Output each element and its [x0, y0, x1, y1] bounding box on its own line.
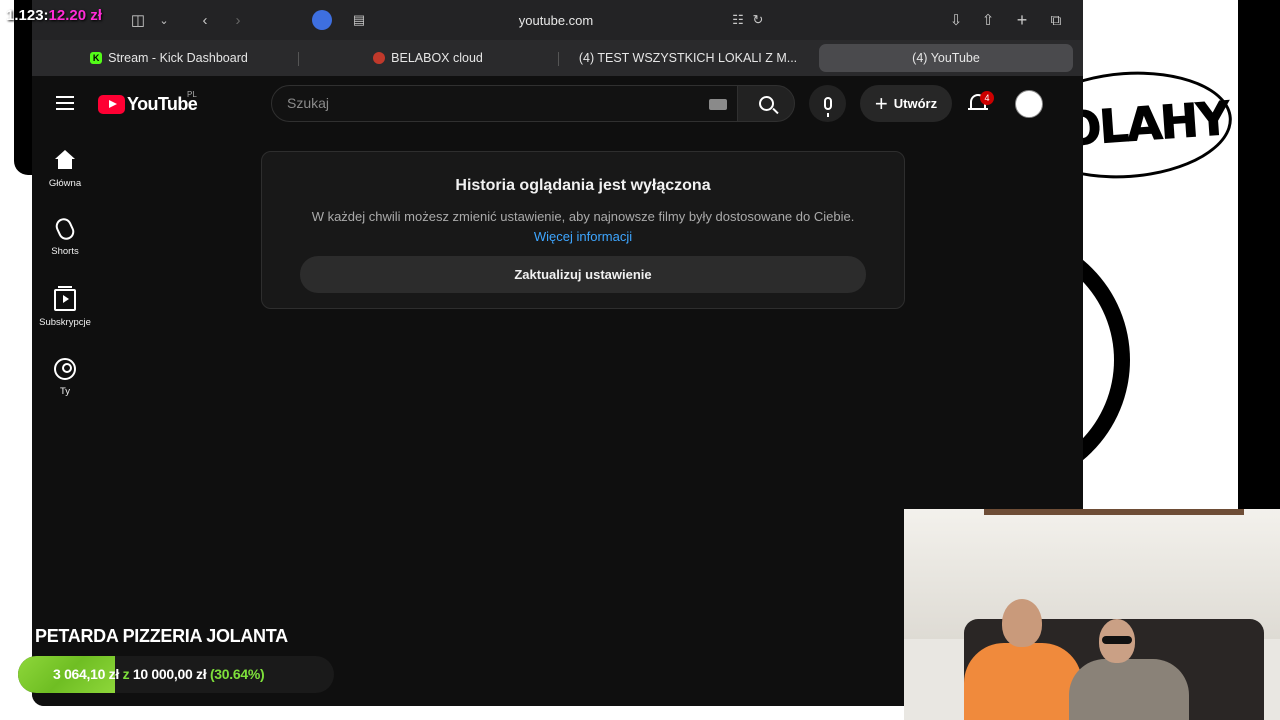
tab-belabox[interactable]: BELABOX cloud: [298, 44, 558, 72]
sidebar-item-shorts[interactable]: Shorts: [36, 215, 94, 257]
reload-icon[interactable]: ↻: [746, 8, 770, 32]
tab-kick-dashboard[interactable]: K Stream - Kick Dashboard: [40, 44, 298, 72]
history-card-title: Historia oglądania jest wyłączona: [455, 177, 711, 194]
forward-icon[interactable]: ›: [226, 8, 250, 32]
subscriptions-icon: [54, 286, 76, 311]
search-button[interactable]: [737, 85, 795, 122]
download-icon[interactable]: ⇩: [944, 8, 968, 32]
sidebar-item-label: Shorts: [51, 246, 79, 257]
country-code: PL: [187, 90, 197, 99]
you-icon: [54, 358, 76, 380]
counter-amount: 12.20 zł: [48, 7, 102, 24]
tab-label: Stream - Kick Dashboard: [108, 51, 248, 65]
sidebar-item-label: Ty: [59, 386, 71, 397]
kick-icon: K: [90, 52, 103, 64]
keyboard-icon[interactable]: [709, 99, 727, 110]
history-off-card: Historia oglądania jest wyłączona W każd…: [261, 151, 905, 309]
privacy-shield-icon[interactable]: [312, 10, 332, 30]
sidebar-item-subscriptions[interactable]: Subskrypcje: [36, 286, 94, 328]
tab-test-lokali[interactable]: (4) TEST WSZYSTKICH LOKALI Z M...: [558, 44, 818, 132]
more-info-link[interactable]: Więcej informacji: [534, 229, 632, 244]
search-icon: [758, 96, 774, 111]
webcam-person: [954, 599, 1084, 720]
tab-overview-icon[interactable]: ⧉: [1044, 8, 1068, 32]
share-icon[interactable]: ⇧: [976, 8, 1000, 32]
new-tab-icon[interactable]: +: [1010, 8, 1034, 32]
counter-value: 1.123:: [6, 7, 49, 24]
donation-counter: 1.123:12.20 zł: [6, 7, 102, 24]
tab-youtube[interactable]: (4) YouTube: [819, 44, 1073, 132]
goal-percent: (30.64%): [209, 666, 265, 682]
tab-label: (4) YouTube: [912, 51, 980, 65]
tab-label: (4) TEST WSZYSTKICH LOKALI Z M...: [578, 51, 798, 65]
goal-text: 3 064,10 zł z 10 000,00 zł (30.64%): [53, 666, 265, 682]
microphone-icon: [823, 97, 832, 117]
chevron-down-icon[interactable]: ⌄: [152, 8, 176, 32]
back-icon[interactable]: ‹: [193, 8, 217, 32]
address-bar[interactable]: youtube.com: [344, 6, 768, 34]
history-card-text: W każdej chwili możesz zmienić ustawieni…: [311, 209, 855, 224]
shorts-icon: [53, 215, 77, 243]
sidebar-item-label: Subskrypcje: [39, 317, 91, 328]
sidebar-item-home[interactable]: Główna: [36, 150, 94, 189]
search-box: [271, 85, 738, 122]
stream-title: PETARDA PIZZERIA JOLANTA: [35, 626, 288, 646]
sidebar-item-label: Główna: [48, 178, 82, 189]
youtube-play-icon: [98, 94, 125, 114]
tab-label: BELABOX cloud: [391, 51, 483, 65]
sidebar-item-you[interactable]: Ty: [36, 358, 94, 397]
update-setting-button[interactable]: Zaktualizuj ustawienie: [300, 256, 866, 293]
search-input[interactable]: [287, 95, 687, 111]
webcam-shelf: [984, 509, 1244, 515]
sidebar-toggle-icon[interactable]: ◫: [126, 8, 150, 32]
avatar[interactable]: [1015, 90, 1043, 118]
create-label: Utwórz: [893, 96, 938, 111]
home-icon: [54, 150, 76, 172]
webcam-feed: [904, 509, 1280, 720]
stream-frame: DOLAHY ◫ ⌄ ‹ › ▤ youtube.com ☷ ↻ ⇩ ⇧ + ⧉…: [0, 0, 1280, 720]
create-button[interactable]: + Utwórz: [860, 85, 952, 122]
goal-current: 3 064,10 zł: [53, 666, 119, 682]
webcam-person: [1069, 619, 1189, 720]
goal-target: 10 000,00 zł: [132, 666, 207, 682]
voice-search-button[interactable]: [809, 85, 846, 122]
browser-toolbar: ◫ ⌄ ‹ › ▤ youtube.com ☷ ↻ ⇩ ⇧ + ⧉: [32, 0, 1083, 40]
goal-separator: z: [122, 666, 130, 682]
menu-icon[interactable]: [56, 96, 74, 110]
plus-icon: +: [874, 90, 888, 116]
notification-badge: 4: [980, 91, 994, 105]
donation-goal-bar: 3 064,10 zł z 10 000,00 zł (30.64%): [18, 656, 334, 693]
belabox-icon: [373, 52, 386, 64]
tab-bar: K Stream - Kick Dashboard BELABOX cloud …: [32, 40, 1083, 132]
youtube-logo[interactable]: YouTube: [98, 94, 198, 114]
background-strip: [1238, 0, 1280, 510]
